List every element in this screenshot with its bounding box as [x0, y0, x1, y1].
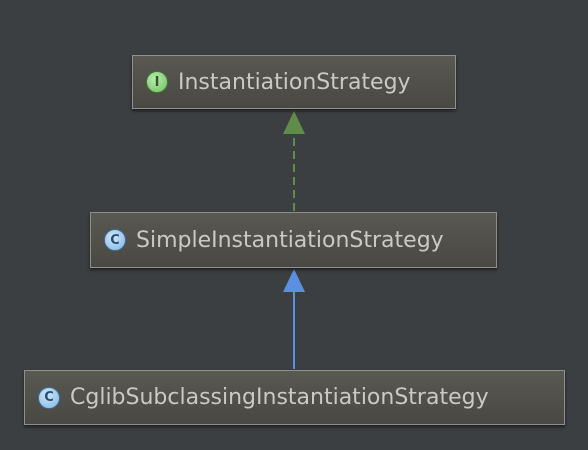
node-cglib-subclassing-instantiation-strategy[interactable]: C CglibSubclassingInstantiationStrategy: [24, 370, 565, 425]
class-icon: C: [38, 386, 60, 409]
node-instantiation-strategy[interactable]: I InstantiationStrategy: [132, 55, 456, 109]
node-label: InstantiationStrategy: [178, 69, 411, 95]
class-icon: C: [104, 229, 126, 251]
uml-diagram: I InstantiationStrategy C SimpleInstanti…: [0, 0, 588, 450]
interface-icon: I: [146, 71, 168, 93]
node-simple-instantiation-strategy[interactable]: C SimpleInstantiationStrategy: [90, 212, 497, 268]
node-label: CglibSubclassingInstantiationStrategy: [70, 385, 489, 410]
implements-arrowhead: [283, 111, 305, 134]
node-label: SimpleInstantiationStrategy: [136, 227, 444, 253]
extends-arrowhead: [283, 269, 305, 292]
